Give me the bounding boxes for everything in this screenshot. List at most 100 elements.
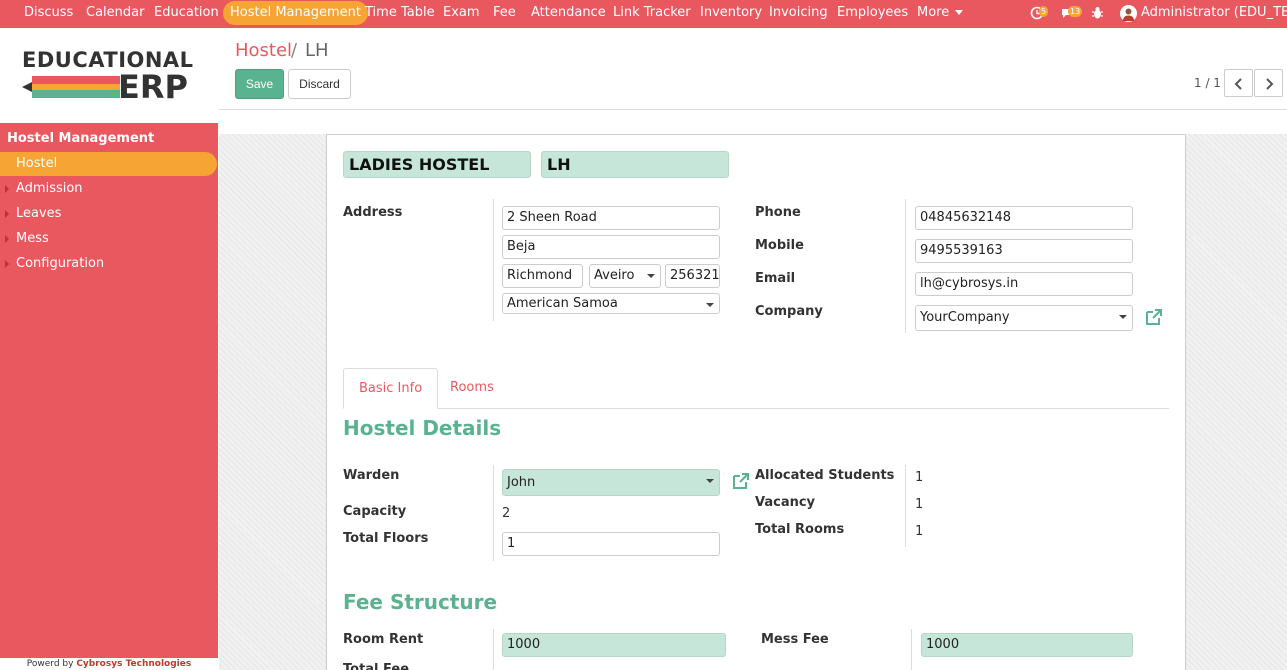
menu-discuss[interactable]: Discuss bbox=[24, 0, 73, 26]
company-select[interactable]: YourCompany bbox=[915, 305, 1133, 331]
phone-input[interactable]: 04845632148 bbox=[915, 206, 1133, 230]
warden-select[interactable]: John bbox=[502, 469, 720, 496]
avatar[interactable] bbox=[1120, 5, 1137, 22]
sidebar-item-label: Configuration bbox=[16, 256, 105, 271]
caret-right-icon bbox=[5, 210, 9, 218]
capacity-label: Capacity bbox=[343, 504, 407, 519]
sidebar: EDUCATIONAL ERP Hostel Management Hostel… bbox=[0, 28, 218, 670]
control-panel: Hostel / LH Save Discard 1 / 1 bbox=[219, 28, 1287, 110]
pager-previous-button[interactable] bbox=[1224, 69, 1253, 97]
logo-text-erp: ERP bbox=[118, 68, 188, 106]
external-link-icon[interactable] bbox=[731, 471, 751, 491]
separator bbox=[493, 629, 494, 670]
chevron-down-icon bbox=[955, 10, 964, 15]
breadcrumb-current: LH bbox=[305, 40, 329, 61]
menu-exam[interactable]: Exam bbox=[443, 0, 480, 26]
sidebar-item-label: Leaves bbox=[16, 206, 62, 221]
room-rent-input[interactable]: 1000 bbox=[502, 633, 726, 657]
warden-label: Warden bbox=[343, 468, 400, 483]
allocated-students-label: Allocated Students bbox=[755, 468, 895, 483]
sidebar-item-configuration[interactable]: Configuration bbox=[0, 252, 218, 276]
form-view: LADIES HOSTEL LH Address 2 Sheen Road Be… bbox=[219, 111, 1287, 670]
caret-right-icon bbox=[5, 260, 9, 268]
sidebar-item-admission[interactable]: Admission bbox=[0, 177, 218, 201]
hostel-name-field[interactable]: LADIES HOSTEL bbox=[343, 151, 531, 178]
breadcrumb-parent[interactable]: Hostel bbox=[235, 40, 292, 61]
powered-by: Powerd by Cybrosys Technologies bbox=[0, 658, 218, 670]
form-top-band bbox=[219, 111, 1287, 134]
caret-right-icon bbox=[5, 185, 9, 193]
menu-attendance[interactable]: Attendance bbox=[531, 0, 606, 26]
tab-basic-info[interactable]: Basic Info bbox=[343, 368, 439, 409]
sidebar-item-label: Hostel bbox=[16, 156, 58, 171]
pager-next-button[interactable] bbox=[1254, 69, 1283, 97]
separator bbox=[493, 199, 494, 321]
menu-calendar[interactable]: Calendar bbox=[86, 0, 144, 26]
menu-inventory[interactable]: Inventory bbox=[700, 0, 762, 26]
mobile-input[interactable]: 9495539163 bbox=[915, 239, 1133, 263]
vacancy-label: Vacancy bbox=[755, 495, 816, 510]
save-button[interactable]: Save bbox=[235, 69, 284, 99]
total-fee-label: Total Fee bbox=[343, 662, 410, 670]
city-input[interactable]: Richmond bbox=[502, 264, 583, 288]
zip-input[interactable]: 256321 bbox=[665, 264, 720, 288]
separator bbox=[905, 465, 906, 547]
country-select[interactable]: American Samoa bbox=[502, 293, 720, 314]
menu-more[interactable]: More bbox=[917, 0, 964, 26]
total-floors-input[interactable]: 1 bbox=[502, 532, 720, 556]
sidebar-item-hostel[interactable]: Hostel bbox=[0, 152, 217, 176]
discard-button[interactable]: Discard bbox=[288, 69, 351, 99]
powered-by-prefix: Powerd by bbox=[26, 659, 74, 669]
user-menu[interactable]: Administrator (EDU_TE... bbox=[1141, 0, 1287, 26]
powered-by-company[interactable]: Cybrosys Technologies bbox=[76, 659, 191, 669]
hostel-details-heading: Hostel Details bbox=[343, 416, 502, 440]
bug-icon[interactable] bbox=[1091, 6, 1104, 24]
allocated-students-value: 1 bbox=[915, 470, 924, 485]
country-value: American Samoa bbox=[507, 296, 618, 311]
phone-label: Phone bbox=[755, 205, 801, 220]
state-select[interactable]: Aveiro bbox=[589, 264, 661, 288]
pager-value: 1 / 1 bbox=[1194, 76, 1221, 90]
company-value: YourCompany bbox=[920, 310, 1010, 325]
menu-hostel-management[interactable]: Hostel Management bbox=[223, 1, 368, 25]
email-label: Email bbox=[755, 271, 796, 286]
street-input[interactable]: 2 Sheen Road bbox=[502, 206, 720, 230]
fee-structure-heading: Fee Structure bbox=[343, 590, 498, 614]
menu-link-tracker[interactable]: Link Tracker bbox=[613, 0, 691, 26]
email-input[interactable]: lh@cybrosys.in bbox=[915, 272, 1133, 296]
logo[interactable]: EDUCATIONAL ERP bbox=[0, 28, 218, 123]
menu-employees[interactable]: Employees bbox=[837, 0, 908, 26]
separator bbox=[911, 629, 912, 670]
address-label: Address bbox=[343, 205, 403, 220]
form-sheet: LADIES HOSTEL LH Address 2 Sheen Road Be… bbox=[326, 134, 1186, 670]
external-link-icon[interactable] bbox=[1144, 307, 1164, 327]
sidebar-item-label: Mess bbox=[16, 231, 49, 246]
menu-education[interactable]: Education bbox=[154, 0, 219, 26]
room-rent-label: Room Rent bbox=[343, 632, 424, 647]
mess-fee-label: Mess Fee bbox=[761, 632, 829, 647]
warden-value: John bbox=[507, 475, 536, 490]
state-value: Aveiro bbox=[594, 268, 635, 283]
more-label: More bbox=[917, 5, 950, 20]
street2-input[interactable]: Beja bbox=[502, 235, 720, 259]
breadcrumb-separator: / bbox=[291, 40, 298, 61]
separator bbox=[493, 465, 494, 561]
chevron-right-icon bbox=[1266, 78, 1274, 90]
menu-fee[interactable]: Fee bbox=[493, 0, 516, 26]
capacity-value: 2 bbox=[502, 506, 511, 521]
tab-rooms[interactable]: Rooms bbox=[435, 368, 509, 409]
company-label: Company bbox=[755, 304, 823, 319]
hostel-code-field[interactable]: LH bbox=[541, 151, 729, 178]
menu-time-table[interactable]: Time Table bbox=[365, 0, 435, 26]
sidebar-item-mess[interactable]: Mess bbox=[0, 227, 218, 251]
total-floors-label: Total Floors bbox=[343, 531, 429, 546]
mess-fee-input[interactable]: 1000 bbox=[921, 633, 1133, 657]
sidebar-item-leaves[interactable]: Leaves bbox=[0, 202, 218, 226]
vacancy-value: 1 bbox=[915, 497, 924, 512]
total-rooms-value: 1 bbox=[915, 524, 924, 539]
activity-count-badge: 5 bbox=[1039, 6, 1049, 17]
chevron-left-icon bbox=[1234, 78, 1242, 90]
message-count-badge: 13 bbox=[1068, 6, 1083, 17]
menu-invoicing[interactable]: Invoicing bbox=[769, 0, 828, 26]
caret-right-icon bbox=[5, 235, 9, 243]
